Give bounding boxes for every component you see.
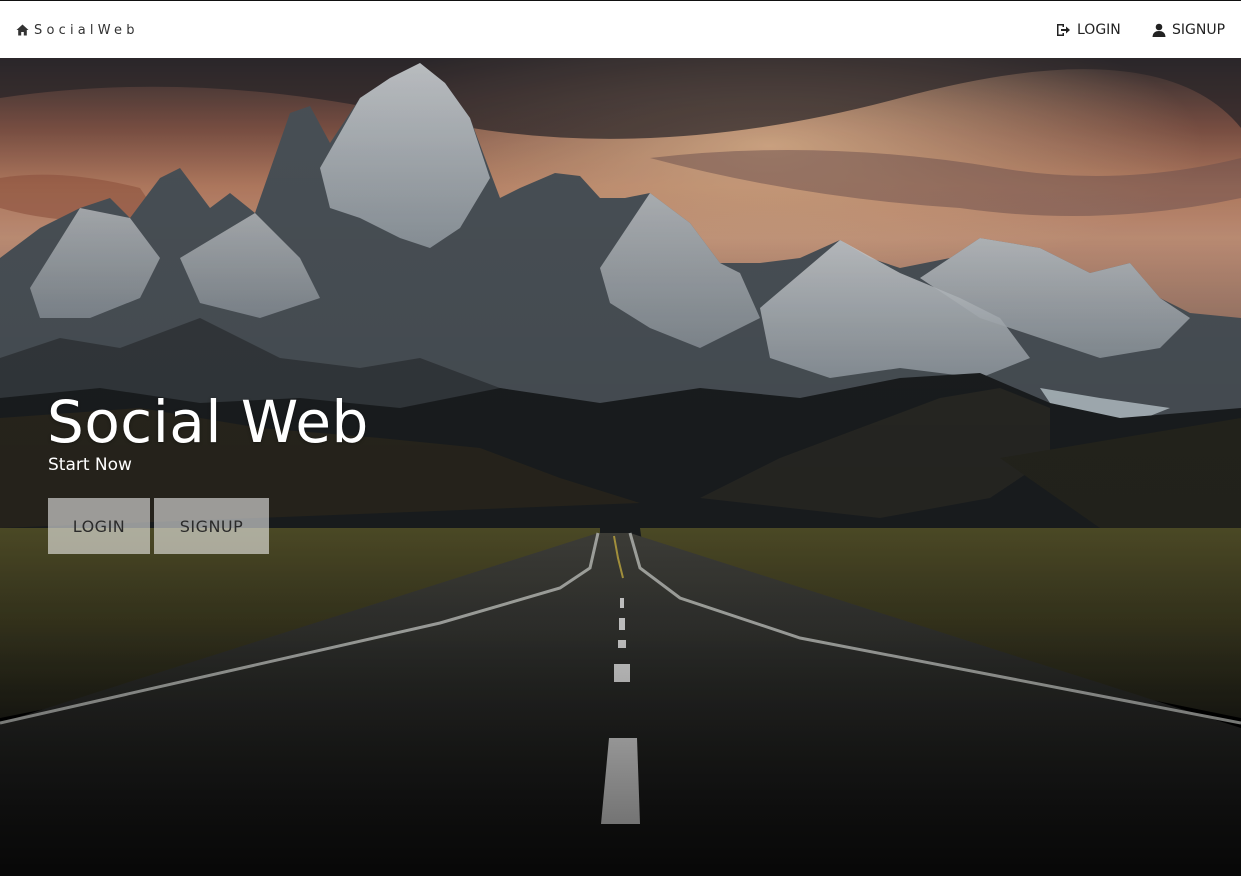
nav-signup-label: SIGNUP bbox=[1172, 22, 1226, 38]
hero-section: Social Web Start Now LOGIN SIGNUP bbox=[0, 58, 1241, 876]
brand-label: SocialWeb bbox=[34, 22, 139, 38]
brand-link[interactable]: SocialWeb bbox=[16, 21, 139, 39]
hero-subtitle: Start Now bbox=[48, 455, 132, 475]
nav-login-label: LOGIN bbox=[1077, 22, 1121, 38]
hero-title: Social Web bbox=[47, 388, 369, 456]
hero-signup-button[interactable]: SIGNUP bbox=[154, 498, 269, 554]
nav-signup-link[interactable]: SIGNUP bbox=[1152, 20, 1225, 40]
navbar: SocialWeb LOGIN SIGNUP bbox=[0, 1, 1241, 58]
hero-background-image bbox=[0, 58, 1241, 876]
hero-login-button[interactable]: LOGIN bbox=[48, 498, 150, 554]
log-in-icon bbox=[1056, 23, 1071, 37]
user-icon bbox=[1152, 23, 1166, 37]
home-icon bbox=[16, 24, 29, 36]
nav-login-link[interactable]: LOGIN bbox=[1056, 20, 1121, 40]
